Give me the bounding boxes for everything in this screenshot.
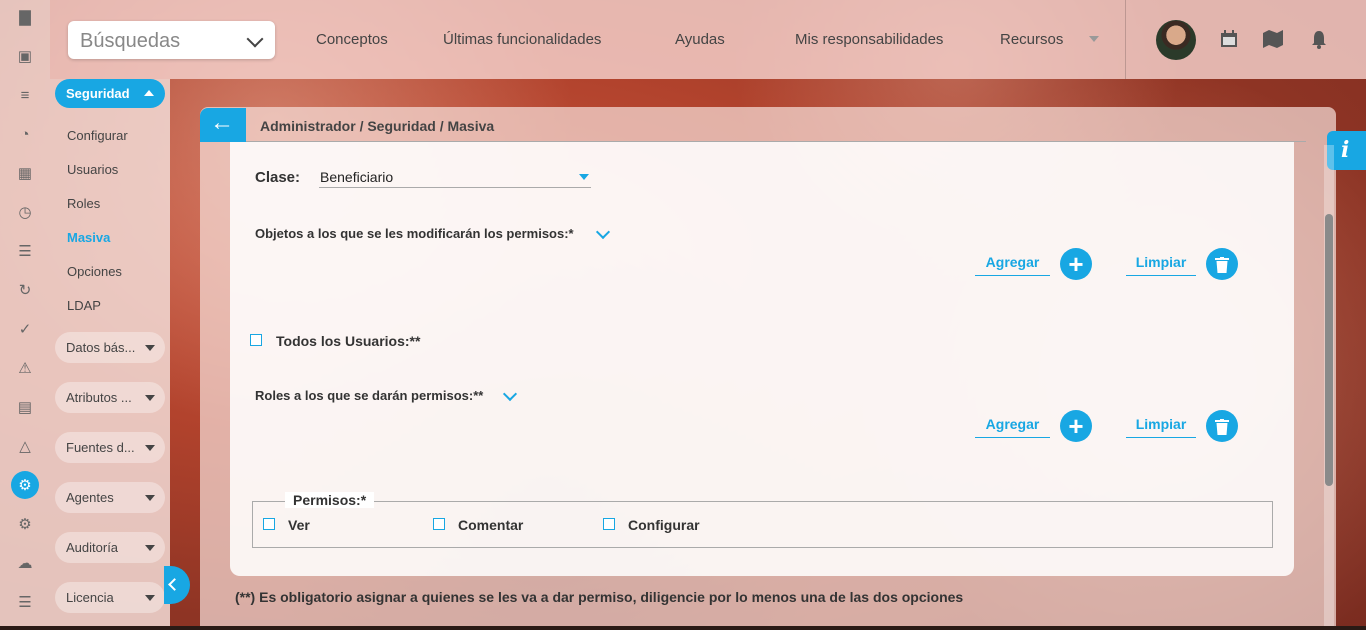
module-seguridad[interactable]: Seguridad <box>55 79 165 108</box>
todos-usuarios-checkbox[interactable] <box>250 334 262 346</box>
group-agentes[interactable]: Agentes <box>55 482 165 513</box>
map-icon[interactable]: ▦ <box>11 159 39 187</box>
bar-chart-icon[interactable]: ▇ <box>11 3 39 31</box>
permiso-ver-checkbox[interactable] <box>263 518 275 530</box>
objetos-trash-icon[interactable] <box>1206 248 1238 280</box>
permisos-fieldset <box>252 501 1273 548</box>
avatar[interactable] <box>1156 20 1196 60</box>
calendar-icon[interactable] <box>1220 30 1238 53</box>
presentation-icon[interactable]: ▣ <box>11 42 39 70</box>
group-datos-basicos[interactable]: Datos bás... <box>55 332 165 363</box>
chevron-down-icon <box>145 395 155 401</box>
map-icon[interactable] <box>1262 29 1284 54</box>
nav-ultimas-funcionalidades[interactable]: Últimas funcionalidades <box>443 31 601 48</box>
roles-add-icon[interactable]: + <box>1060 410 1092 442</box>
group-label: Fuentes d... <box>66 440 135 455</box>
calendar-icon[interactable]: ▤ <box>11 393 39 421</box>
permiso-ver-label: Ver <box>288 517 310 533</box>
permisos-legend: Permisos:* <box>285 492 375 508</box>
check-icon[interactable]: ✓ <box>11 315 39 343</box>
list-icon[interactable]: ☰ <box>11 588 39 616</box>
group-label: Agentes <box>66 490 114 505</box>
warning-icon[interactable]: ⚠ <box>11 354 39 382</box>
objetos-limpiar-button[interactable]: Limpiar <box>1126 252 1196 276</box>
menu-item-usuarios[interactable]: Usuarios <box>67 162 118 177</box>
objetos-add-icon[interactable]: + <box>1060 248 1092 280</box>
chevron-down-icon <box>246 30 264 48</box>
clase-label: Clase: <box>255 169 301 186</box>
group-label: Licencia <box>66 590 114 605</box>
search-dropdown[interactable]: Búsquedas <box>68 21 275 59</box>
chevron-down-icon <box>145 445 155 451</box>
gear-icon[interactable]: ⚙ <box>11 471 39 499</box>
cogs-icon[interactable]: ⚙ <box>11 510 39 538</box>
roles-agregar-button[interactable]: Agregar <box>975 414 1050 438</box>
group-label: Datos bás... <box>66 340 136 355</box>
clase-select[interactable]: Beneficiario <box>319 169 591 188</box>
group-atributos[interactable]: Atributos ... <box>55 382 165 413</box>
group-fuentes[interactable]: Fuentes d... <box>55 432 165 463</box>
chevron-up-icon <box>144 90 154 96</box>
group-licencia[interactable]: Licencia <box>55 582 165 613</box>
bell-icon[interactable] <box>1311 30 1327 55</box>
recursos-dropdown-icon[interactable] <box>1089 36 1099 42</box>
permiso-configurar-checkbox[interactable] <box>603 518 615 530</box>
objetos-label: Objetos a los que se les modificarán los… <box>255 226 574 241</box>
header-divider <box>1125 0 1126 79</box>
chevron-down-icon <box>145 495 155 501</box>
cycle-icon[interactable]: ↻ <box>11 276 39 304</box>
cloud-icon[interactable]: ☁ <box>11 549 39 577</box>
breadcrumb: Administrador / Seguridad / Masiva <box>260 118 495 134</box>
arrow-left-icon: ← <box>210 109 234 136</box>
gantt-icon[interactable]: ≡ <box>11 81 39 109</box>
menu-item-roles[interactable]: Roles <box>67 196 100 211</box>
menu-item-masiva[interactable]: Masiva <box>67 230 110 245</box>
nav-conceptos[interactable]: Conceptos <box>316 31 388 48</box>
back-button[interactable]: ← <box>200 108 246 142</box>
roles-label: Roles a los que se darán permisos:** <box>255 388 484 403</box>
menu-item-opciones[interactable]: Opciones <box>67 264 122 279</box>
objetos-agregar-button[interactable]: Agregar <box>975 252 1050 276</box>
group-label: Atributos ... <box>66 390 132 405</box>
nav-ayudas[interactable]: Ayudas <box>675 31 725 48</box>
chevron-down-icon <box>145 595 155 601</box>
required-note: (**) Es obligatorio asignar a quienes se… <box>235 589 964 605</box>
menu-item-configurar[interactable]: Configurar <box>67 128 128 143</box>
search-label: Búsquedas <box>80 30 181 52</box>
roles-trash-icon[interactable] <box>1206 410 1238 442</box>
document-icon[interactable]: ☰ <box>11 237 39 265</box>
bottom-edge <box>0 626 1366 630</box>
network-icon[interactable]: △ <box>11 432 39 460</box>
todos-usuarios-label: Todos los Usuarios:** <box>276 333 421 349</box>
info-icon: i <box>1341 137 1350 163</box>
menu-item-ldap[interactable]: LDAP <box>67 298 101 313</box>
chevron-left-icon <box>168 578 181 591</box>
clase-value: Beneficiario <box>320 169 394 185</box>
scrollbar-thumb[interactable] <box>1325 214 1333 486</box>
group-label: Auditoría <box>66 540 119 555</box>
permiso-configurar-label: Configurar <box>628 517 700 533</box>
module-title: Seguridad <box>66 86 130 101</box>
chevron-down-icon <box>145 345 155 351</box>
pie-icon[interactable]: ◔ <box>11 120 39 148</box>
group-auditoria[interactable]: Auditoría <box>55 532 165 563</box>
nav-recursos[interactable]: Recursos <box>1000 31 1063 48</box>
nav-mis-responsabilidades[interactable]: Mis responsabilidades <box>795 31 943 48</box>
chevron-down-icon <box>145 545 155 551</box>
permiso-comentar-checkbox[interactable] <box>433 518 445 530</box>
permiso-comentar-label: Comentar <box>458 517 524 533</box>
clock-icon[interactable]: ◷ <box>11 198 39 226</box>
dropdown-arrow-icon <box>579 174 589 180</box>
roles-limpiar-button[interactable]: Limpiar <box>1126 414 1196 438</box>
